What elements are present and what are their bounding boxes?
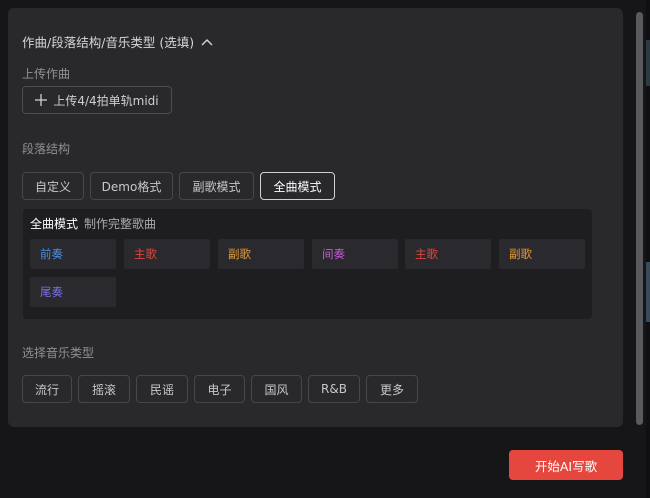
segment-label: 尾奏: [40, 285, 63, 299]
genre-option-rock[interactable]: 摇滚: [78, 375, 130, 403]
genre-option-guofeng[interactable]: 国风: [251, 375, 302, 403]
segment-label: 前奏: [40, 247, 63, 261]
segment-label: 副歌: [509, 247, 532, 261]
genre-label: 选择音乐类型: [22, 346, 95, 360]
start-ai-writing-button[interactable]: 开始AI写歌: [509, 450, 623, 480]
structure-option-custom[interactable]: 自定义: [22, 172, 84, 200]
structure-label: 段落结构: [22, 142, 71, 156]
upload-label: 上传作曲: [22, 67, 71, 81]
genre-options: 流行 摇滚 民谣 电子 国风 R&B 更多: [22, 375, 418, 403]
genre-option-folk[interactable]: 民谣: [136, 375, 188, 403]
mode-detail-box: 全曲模式 制作完整歌曲 前奏 主歌 副歌 间奏 主歌 副歌 尾奏: [23, 209, 592, 319]
segment-0: 前奏: [30, 239, 116, 269]
mode-name: 全曲模式: [30, 217, 79, 231]
structure-option-full[interactable]: 全曲模式: [260, 172, 335, 200]
segment-4: 主歌: [405, 239, 491, 269]
segment-5: 副歌: [499, 239, 585, 269]
edge-thumbnail: [646, 262, 650, 322]
section-title: 作曲/段落结构/音乐类型 (选填): [22, 35, 195, 50]
chevron-up-icon: [201, 38, 213, 45]
segment-label: 间奏: [322, 247, 345, 261]
edge-thumbnail: [646, 40, 650, 86]
mode-description: 制作完整歌曲: [84, 217, 157, 231]
genre-option-pop[interactable]: 流行: [22, 375, 72, 403]
segment-1: 主歌: [124, 239, 210, 269]
segment-label: 主歌: [415, 247, 438, 261]
genre-option-electronic[interactable]: 电子: [194, 375, 245, 403]
segment-label: 副歌: [228, 247, 251, 261]
scrollbar-thumb[interactable]: [636, 12, 643, 425]
structure-options: 自定义 Demo格式 副歌模式 全曲模式: [22, 172, 335, 200]
segment-label: 主歌: [134, 247, 157, 261]
genre-option-rnb[interactable]: R&B: [308, 375, 360, 403]
structure-option-demo[interactable]: Demo格式: [90, 172, 173, 200]
plus-icon: [35, 94, 48, 106]
genre-option-more[interactable]: 更多: [366, 375, 418, 403]
mode-title: 全曲模式 制作完整歌曲: [30, 215, 156, 232]
section-toggle[interactable]: 作曲/段落结构/音乐类型 (选填): [22, 32, 214, 51]
upload-midi-button[interactable]: 上传4/4拍单轨midi: [22, 86, 172, 114]
structure-option-chorus[interactable]: 副歌模式: [179, 172, 254, 200]
segment-3: 间奏: [312, 239, 398, 269]
segment-2: 副歌: [218, 239, 304, 269]
upload-button-label: 上传4/4拍单轨midi: [53, 93, 159, 108]
segment-6: 尾奏: [30, 277, 116, 307]
